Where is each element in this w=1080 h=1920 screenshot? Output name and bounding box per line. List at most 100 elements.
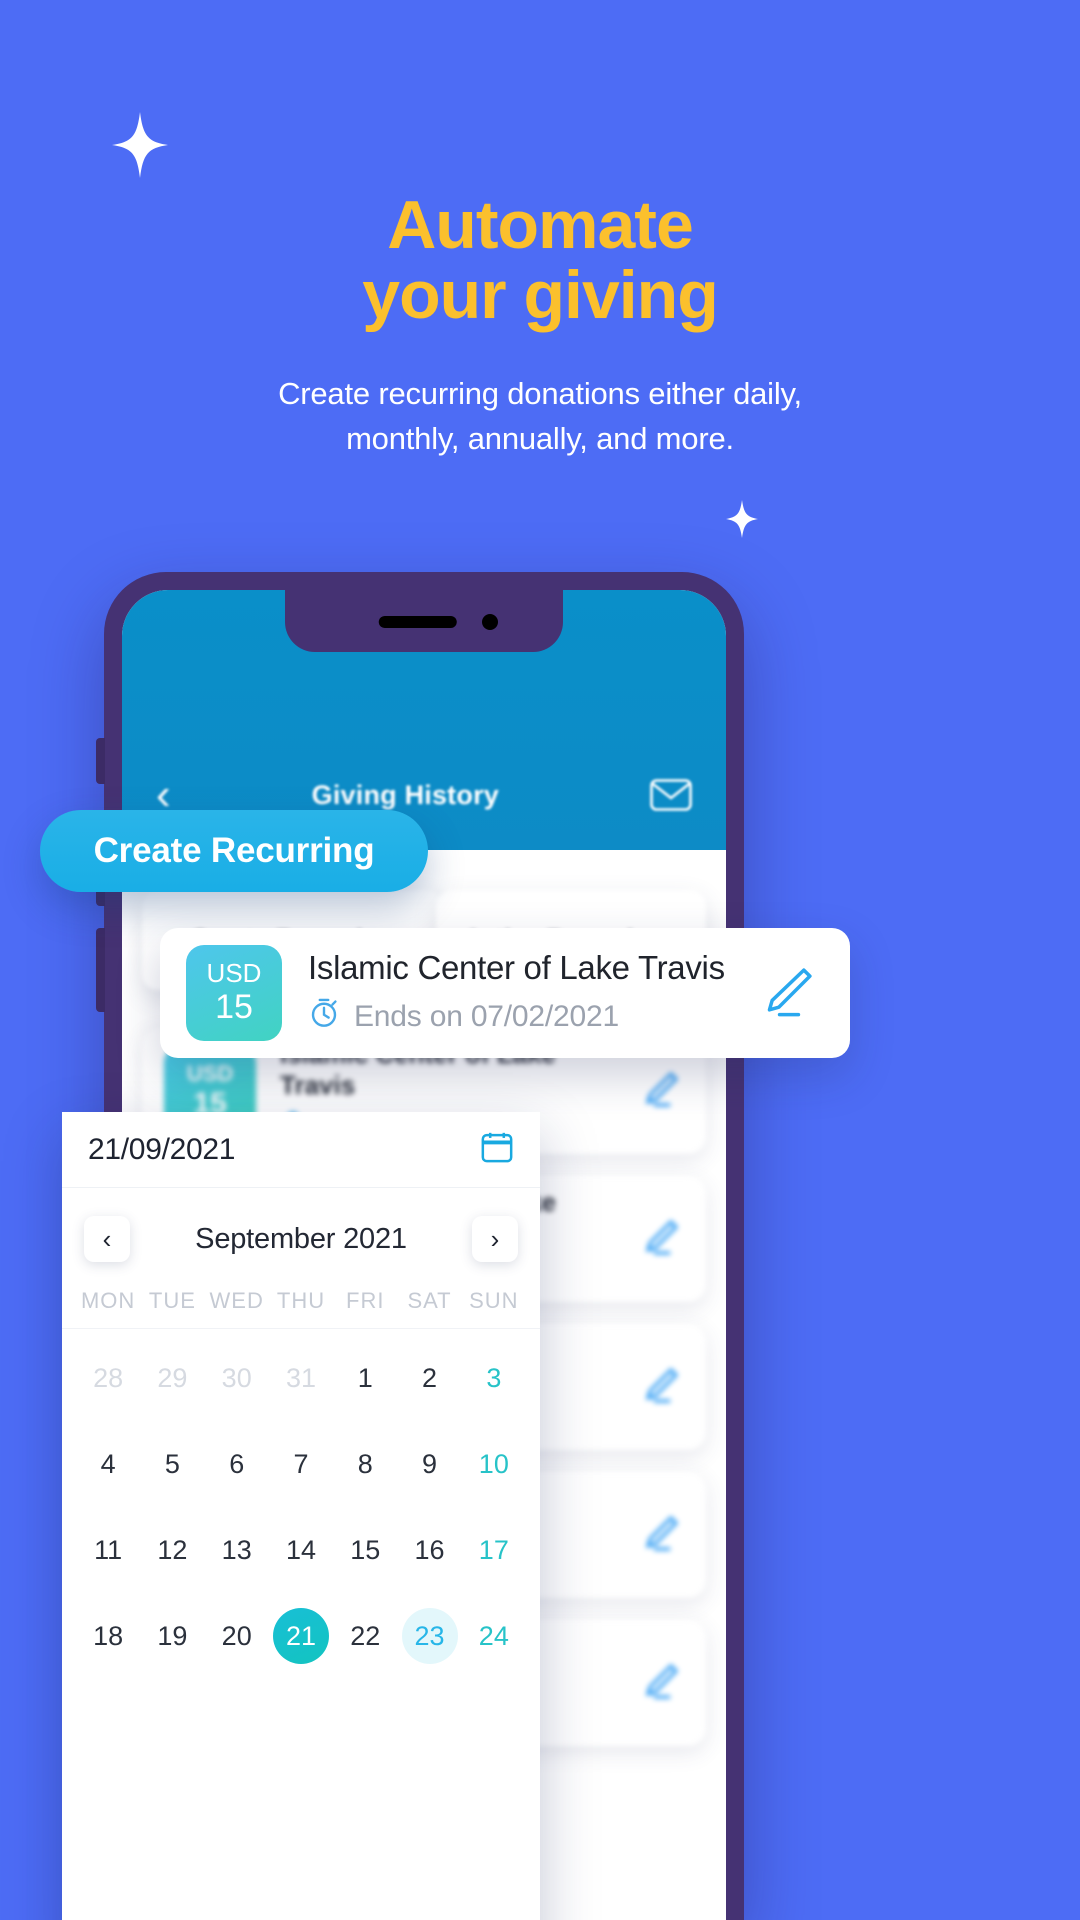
day-number: 19	[157, 1620, 188, 1651]
day-cell[interactable]: 19	[140, 1608, 204, 1664]
page-subtitle: Create recurring donations either daily,…	[0, 372, 1080, 462]
day-cell[interactable]: 12	[140, 1522, 204, 1578]
calendar-week-row: 18 19 20 21 22 23 24	[62, 1599, 540, 1673]
next-month-button[interactable]: ›	[472, 1216, 518, 1262]
sparkle-icon-small	[726, 500, 758, 538]
date-input-value: 21/09/2021	[88, 1132, 236, 1166]
day-number: 5	[164, 1448, 180, 1479]
earpiece-speaker	[378, 616, 457, 628]
calendar-icon[interactable]	[480, 1130, 514, 1169]
envelope-icon[interactable]	[650, 779, 692, 811]
organization-name: Islamic Center of Lake Travis	[308, 949, 725, 986]
day-cell[interactable]: 8	[333, 1436, 397, 1492]
day-number: 17	[478, 1534, 509, 1565]
amount-label: 15	[215, 988, 253, 1027]
pencil-icon[interactable]	[638, 1214, 684, 1265]
prev-month-button[interactable]: ‹	[84, 1216, 130, 1262]
hero-section: Automate your giving Create recurring do…	[0, 190, 1080, 462]
pencil-icon[interactable]	[758, 960, 824, 1027]
weekday-header-row: MON TUE WED THU FRI SAT SUN	[62, 1278, 540, 1329]
day-number: 1	[357, 1362, 373, 1393]
day-number: 8	[357, 1448, 373, 1479]
day-cell[interactable]: 15	[333, 1522, 397, 1578]
phone-mute-button	[96, 738, 105, 784]
day-cell[interactable]: 2	[397, 1350, 461, 1406]
day-cell[interactable]: 13	[205, 1522, 269, 1578]
day-number: 15	[350, 1534, 381, 1565]
day-cell[interactable]: 23	[397, 1608, 461, 1664]
day-number: 11	[94, 1534, 123, 1565]
pencil-icon[interactable]	[638, 1510, 684, 1561]
day-number: 29	[157, 1362, 188, 1393]
date-input-row[interactable]: 21/09/2021	[62, 1112, 540, 1188]
day-number: 7	[293, 1448, 309, 1479]
pencil-icon[interactable]	[638, 1362, 684, 1413]
day-cell[interactable]: 28	[76, 1350, 140, 1406]
weekday-label: THU	[276, 1288, 326, 1313]
create-recurring-label: Create Recurring	[93, 831, 375, 870]
day-number: 4	[100, 1448, 116, 1479]
day-cell[interactable]: 1	[333, 1350, 397, 1406]
front-camera	[482, 614, 498, 630]
day-number: 30	[221, 1362, 252, 1393]
day-number: 31	[285, 1362, 316, 1393]
calendar-month-label: September 2021	[195, 1222, 407, 1255]
weekday-label: WED	[209, 1288, 264, 1313]
day-cell[interactable]: 18	[76, 1608, 140, 1664]
page-subtitle-line1: Create recurring donations either daily,	[278, 376, 802, 412]
amount-badge: USD 15	[186, 945, 282, 1041]
sparkle-icon-large	[112, 112, 168, 178]
end-date-label: Ends on 07/02/2021	[354, 1000, 619, 1033]
day-number: 16	[414, 1534, 445, 1565]
day-cell[interactable]: 21	[269, 1608, 333, 1664]
day-cell[interactable]: 14	[269, 1522, 333, 1578]
day-cell[interactable]: 16	[397, 1522, 461, 1578]
day-cell[interactable]: 3	[462, 1350, 526, 1406]
page-title-line2: your giving	[362, 257, 718, 334]
calendar-header: ‹ September 2021 ›	[62, 1200, 540, 1278]
day-cell[interactable]: 24	[462, 1608, 526, 1664]
day-number: 3	[486, 1362, 502, 1393]
card-body: Islamic Center of Lake Travis Ends on 07…	[282, 949, 758, 1037]
weekday-label: FRI	[346, 1288, 385, 1313]
day-cell[interactable]: 22	[333, 1608, 397, 1664]
day-cell[interactable]: 5	[140, 1436, 204, 1492]
phone-notch	[285, 590, 563, 652]
day-cell[interactable]: 20	[205, 1608, 269, 1664]
day-cell[interactable]: 10	[462, 1436, 526, 1492]
day-number: 9	[422, 1448, 438, 1479]
day-cell[interactable]: 29	[140, 1350, 204, 1406]
calendar-week-row: 11 12 13 14 15 16 17	[62, 1513, 540, 1587]
weekday-label: SUN	[469, 1288, 519, 1313]
day-cell[interactable]: 7	[269, 1436, 333, 1492]
day-number: 24	[478, 1620, 509, 1651]
recurring-donation-card[interactable]: USD 15 Islamic Center of Lake Travis End…	[160, 928, 850, 1058]
calendar-week-row: 4 5 6 7 8 9 10	[62, 1427, 540, 1501]
day-cell[interactable]: 30	[205, 1350, 269, 1406]
day-cell[interactable]: 31	[269, 1350, 333, 1406]
day-cell[interactable]: 6	[205, 1436, 269, 1492]
date-picker-popover: 21/09/2021 ‹ September 2021 › MON TUE WE…	[62, 1112, 540, 1920]
app-header-title: Giving History	[311, 779, 499, 810]
day-number: 14	[285, 1534, 316, 1565]
page-title-line1: Automate	[387, 187, 694, 263]
day-cell[interactable]: 9	[397, 1436, 461, 1492]
day-number: 20	[221, 1620, 252, 1651]
phone-volume-down-button	[96, 928, 105, 1012]
day-number: 21	[272, 1608, 329, 1664]
calendar-grid: 28 29 30 31 1 2 3 4 5 6 7 8 9 10 11 12 1…	[62, 1341, 540, 1673]
currency-label: USD	[206, 957, 262, 988]
day-cell[interactable]: 4	[76, 1436, 140, 1492]
weekday-label: MON	[80, 1288, 136, 1313]
weekday-label: SAT	[407, 1288, 452, 1313]
day-cell[interactable]: 17	[462, 1522, 526, 1578]
calendar-week-row: 28 29 30 31 1 2 3	[62, 1341, 540, 1415]
day-number: 13	[221, 1534, 252, 1565]
day-number: 23	[401, 1608, 458, 1664]
create-recurring-button[interactable]: Create Recurring	[40, 810, 428, 892]
pencil-icon[interactable]	[638, 1066, 684, 1117]
day-cell[interactable]: 11	[76, 1522, 140, 1578]
currency-label: USD	[186, 1061, 234, 1087]
pencil-icon[interactable]	[638, 1658, 684, 1709]
page-subtitle-line2: monthly, annually, and more.	[346, 421, 734, 456]
